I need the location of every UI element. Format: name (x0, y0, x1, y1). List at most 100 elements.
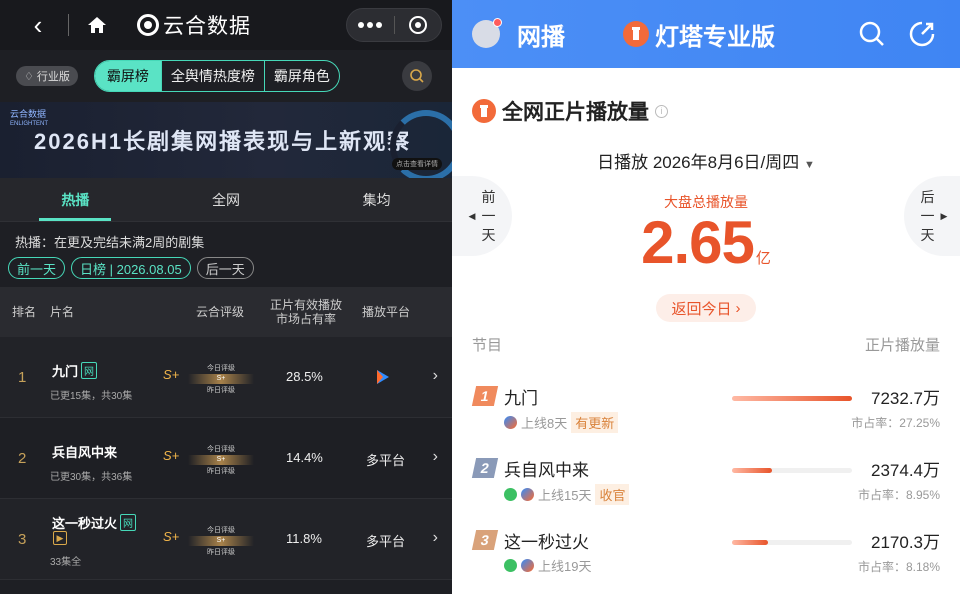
back-icon[interactable]: ‹ (18, 5, 58, 45)
total-unit: 亿 (755, 250, 771, 267)
promo-banner[interactable]: 云合数据 ENLIGHTENT 2026H1长剧集网播表现与上新观察 点击查看详… (0, 102, 452, 178)
views-bar-fill (732, 396, 852, 401)
rank: 2 (18, 450, 27, 467)
iqiyi-icon (504, 488, 517, 501)
lighthouse-name: 灯塔专业版 (655, 23, 775, 51)
col-rank: 排名 (12, 305, 37, 319)
platform: 多平台 (366, 453, 406, 468)
back-today-button[interactable]: 返回今日 › (656, 294, 756, 322)
tab-bar: 热播 全网 集均 (0, 178, 452, 222)
rating-bar: S+ (188, 455, 254, 465)
views-value: 7232.7万 (871, 389, 940, 408)
rating-compare: 今日评级 S+ 昨日评级 (188, 363, 254, 395)
section-header: 全网正片播放量 i (472, 96, 668, 126)
episode-info: 已更30集，共36集 (50, 472, 133, 483)
status-badge: 有更新 (571, 412, 619, 433)
market-share: 14.4% (286, 450, 323, 465)
brand-logo-icon (137, 14, 159, 36)
more-icon[interactable] (347, 22, 394, 28)
share-icon[interactable] (908, 20, 936, 53)
market-share: 11.8% (286, 531, 322, 546)
rank-badge: 3 (471, 530, 499, 550)
table-row[interactable]: 1 九门 网 已更15集，共30集 S+ 今日评级 S+ 昨日评级 28.5% … (0, 337, 452, 418)
online-days: 上线15天 (538, 488, 592, 503)
segment-bapingbang[interactable]: 霸屏榜 (94, 61, 161, 91)
banner-title: 2026H1长剧集网播表现与上新观察 (34, 129, 412, 154)
banner-logo-text: 云合数据 (10, 109, 47, 119)
total-views: 2.65 亿 (452, 208, 960, 277)
today-rating-label: 今日评级 (207, 527, 235, 534)
chevron-right-icon[interactable]: › (433, 448, 438, 466)
share-rate: 市占率：27.25% (851, 416, 940, 430)
views-bar (732, 468, 852, 473)
ranking-list: 1 九门 网 已更15集，共30集 S+ 今日评级 S+ 昨日评级 28.5% … (0, 337, 452, 580)
home-icon[interactable] (79, 7, 115, 43)
section-title: 全网正片播放量 (502, 101, 649, 124)
search-icon[interactable] (858, 20, 886, 53)
drama-name: 兵自风中来 (52, 442, 117, 461)
segment-sentiment[interactable]: 全舆情热度榜 (160, 61, 264, 91)
rating-bar: S+ (188, 536, 254, 546)
chevron-right-icon[interactable]: › (433, 529, 438, 547)
lighthouse-brand: 灯塔专业版 (623, 17, 775, 52)
rating-compare: 今日评级 S+ 昨日评级 (188, 444, 254, 476)
tab-all[interactable]: 全网 (151, 178, 302, 221)
brand: 云合数据 (137, 10, 251, 40)
table-row[interactable]: 2 兵自风中来 已更30集，共36集 S+ 今日评级 S+ 昨日评级 14.4%… (0, 418, 452, 499)
date-selector[interactable]: 日榜 | 2026.08.05 (71, 257, 191, 279)
close-miniprogram-icon[interactable] (395, 16, 442, 34)
views-value: 2374.4万 (871, 461, 940, 480)
views-bar (732, 396, 852, 401)
industry-label: 行业版 (36, 71, 70, 83)
next-day-button[interactable]: 后一天 (196, 257, 254, 279)
left-top-bar: ‹ 云合数据 (0, 0, 452, 50)
program-title: 兵自风中来 (504, 461, 589, 480)
chevron-right-icon[interactable]: › (433, 367, 438, 385)
drama-title: 兵自风中来 (52, 445, 118, 460)
platform-icon (504, 416, 517, 429)
tab-hot[interactable]: 热播 (0, 178, 151, 221)
segment-role[interactable]: 霸屏角色 (263, 61, 339, 91)
playback-card: 全网正片播放量 i 日播放 2026年8月6日/周四 ▼ ◀ 前 一 天 后 一… (452, 68, 960, 594)
col-name: 片名 (50, 305, 75, 319)
online-days: 上线8天 (521, 416, 568, 431)
prev-day-button[interactable]: 前一天 (8, 257, 66, 279)
today-rating-label: 今日评级 (207, 446, 235, 453)
platform-icon (521, 488, 534, 501)
brand-name: 云合数据 (163, 15, 251, 38)
caret-down-icon: ▼ (804, 159, 815, 171)
share-rate: 市占率：8.95% (857, 488, 940, 502)
program-meta: 上线19天 (504, 556, 591, 575)
list-item[interactable]: 3 这一秒过火 上线19天 2170.3万 市占率：8.18% (452, 524, 960, 588)
market-share: 28.5% (286, 369, 323, 384)
tab-episode-avg[interactable]: 集均 (301, 178, 452, 221)
views-value: 2170.3万 (871, 533, 940, 552)
table-row[interactable]: 3 这一秒过火 网 ▶ 33集全 S+ 今日评级 S+ 昨日评级 11.8% 多… (0, 499, 452, 580)
banner-detail-button[interactable]: 点击查看详情 (392, 158, 442, 170)
list-item[interactable]: 2 兵自风中来 上线15天 收官 2374.4万 市占率：8.95% (452, 452, 960, 516)
section-wangbo[interactable]: 网播 (517, 17, 565, 52)
list-item[interactable]: 1 九门 上线8天 有更新 7232.7万 市占率：27.25% (452, 380, 960, 444)
col-rating: 云合评级 (196, 305, 245, 319)
views-bar (732, 540, 852, 545)
filter-row: ♢ 行业版 霸屏榜 全舆情热度榜 霸屏角色 (0, 50, 452, 102)
date-selector[interactable]: 日播放 2026年8月6日/周四 ▼ (452, 148, 960, 173)
search-icon[interactable] (402, 61, 432, 91)
total-value: 2.65 (641, 209, 755, 276)
drama-title: 这一秒过火 (52, 516, 118, 531)
platform-icon (521, 559, 534, 572)
play-square-icon: ▶ (53, 531, 67, 545)
left-panel: ‹ 云合数据 ♢ 行业版 霸屏榜 全舆情热度榜 霸屏角色 云合数据 ENLIGH… (0, 0, 452, 594)
col-program: 节目 (472, 337, 503, 354)
rank-badge: 2 (471, 458, 499, 478)
online-days: 上线19天 (538, 559, 592, 574)
right-panel: 网播 灯塔专业版 全网正片播放量 i 日播放 2026年8月6日/周四 ▼ ◀ (452, 0, 960, 594)
rank: 1 (18, 369, 27, 386)
info-icon[interactable]: i (655, 104, 668, 118)
yesterday-rating-label: 昨日评级 (207, 549, 235, 556)
date-bar: 前一天 日榜 | 2026.08.05 后一天 (0, 255, 452, 287)
industry-badge[interactable]: ♢ 行业版 (16, 66, 78, 86)
hot-hint: 热播：在更及完结未满2周的剧集 (15, 235, 205, 250)
avatar[interactable] (472, 18, 502, 48)
web-tag: 网 (81, 362, 98, 379)
